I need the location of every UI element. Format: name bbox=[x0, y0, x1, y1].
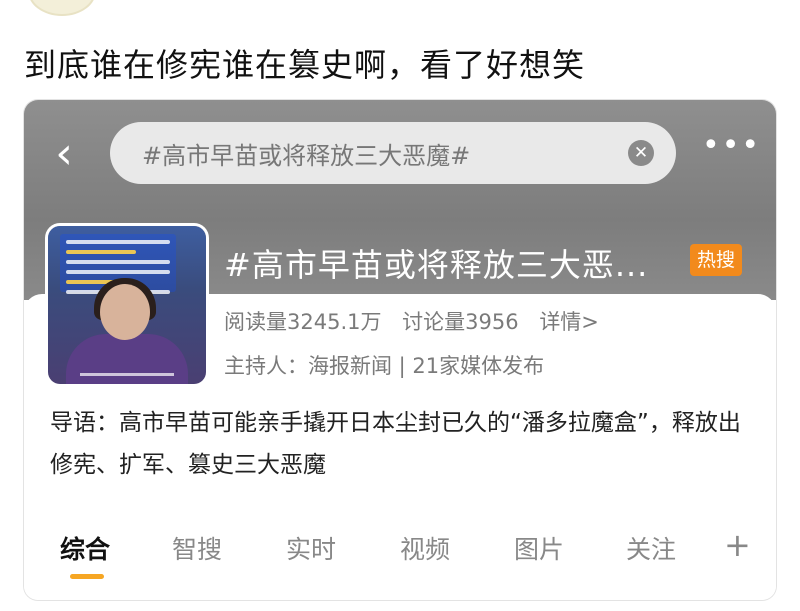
read-count: 阅读量3245.1万 bbox=[224, 310, 382, 334]
details-link[interactable]: 详情> bbox=[539, 310, 599, 334]
thumbnail-subtitle-line bbox=[80, 373, 174, 376]
discussion-count: 讨论量3956 bbox=[402, 310, 519, 334]
topic-intro: 导语：高市早苗可能亲手撬开日本尘封已久的“潘多拉魔盒”，释放出修宪、扩军、篡史三… bbox=[50, 410, 741, 478]
hot-badge: 热搜 bbox=[690, 244, 742, 276]
search-input[interactable]: #高市早苗或将释放三大恶魔# ✕ bbox=[110, 122, 676, 184]
topic-stats: 阅读量3245.1万 讨论量3956 详情> bbox=[224, 306, 613, 336]
more-dots-icon[interactable]: ••• bbox=[702, 131, 759, 161]
active-tab-indicator bbox=[70, 574, 104, 579]
add-tab-plus-icon[interactable]: + bbox=[724, 526, 751, 564]
post-text: 到底谁在修宪谁在篡史啊，看了好想笑 bbox=[24, 46, 586, 84]
topic-host: 主持人：海报新闻 | 21家媒体发布 bbox=[224, 354, 545, 378]
topic-title: #高市早苗或将释放三大恶... bbox=[224, 246, 649, 284]
embedded-screenshot: ‹ #高市早苗或将释放三大恶魔# ✕ ••• #高市早苗或将释放三大恶... 热… bbox=[24, 100, 776, 600]
search-query: #高市早苗或将释放三大恶魔# bbox=[142, 142, 471, 170]
tab-comprehensive[interactable]: 综合 bbox=[60, 530, 110, 566]
tab-following[interactable]: 关注 bbox=[626, 530, 676, 566]
topic-thumbnail[interactable] bbox=[48, 226, 206, 384]
tab-video[interactable]: 视频 bbox=[400, 530, 450, 566]
thumbnail-figure-body bbox=[66, 334, 188, 384]
tab-bar: 综合 智搜 实时 视频 图片 关注 + bbox=[24, 526, 776, 590]
tab-smart-search[interactable]: 智搜 bbox=[172, 530, 222, 566]
thumbnail-figure-face bbox=[100, 284, 150, 340]
clear-icon[interactable]: ✕ bbox=[628, 140, 654, 166]
tab-images[interactable]: 图片 bbox=[514, 530, 564, 566]
tab-realtime[interactable]: 实时 bbox=[286, 530, 336, 566]
avatar bbox=[28, 0, 96, 16]
back-chevron-icon[interactable]: ‹ bbox=[46, 130, 82, 178]
